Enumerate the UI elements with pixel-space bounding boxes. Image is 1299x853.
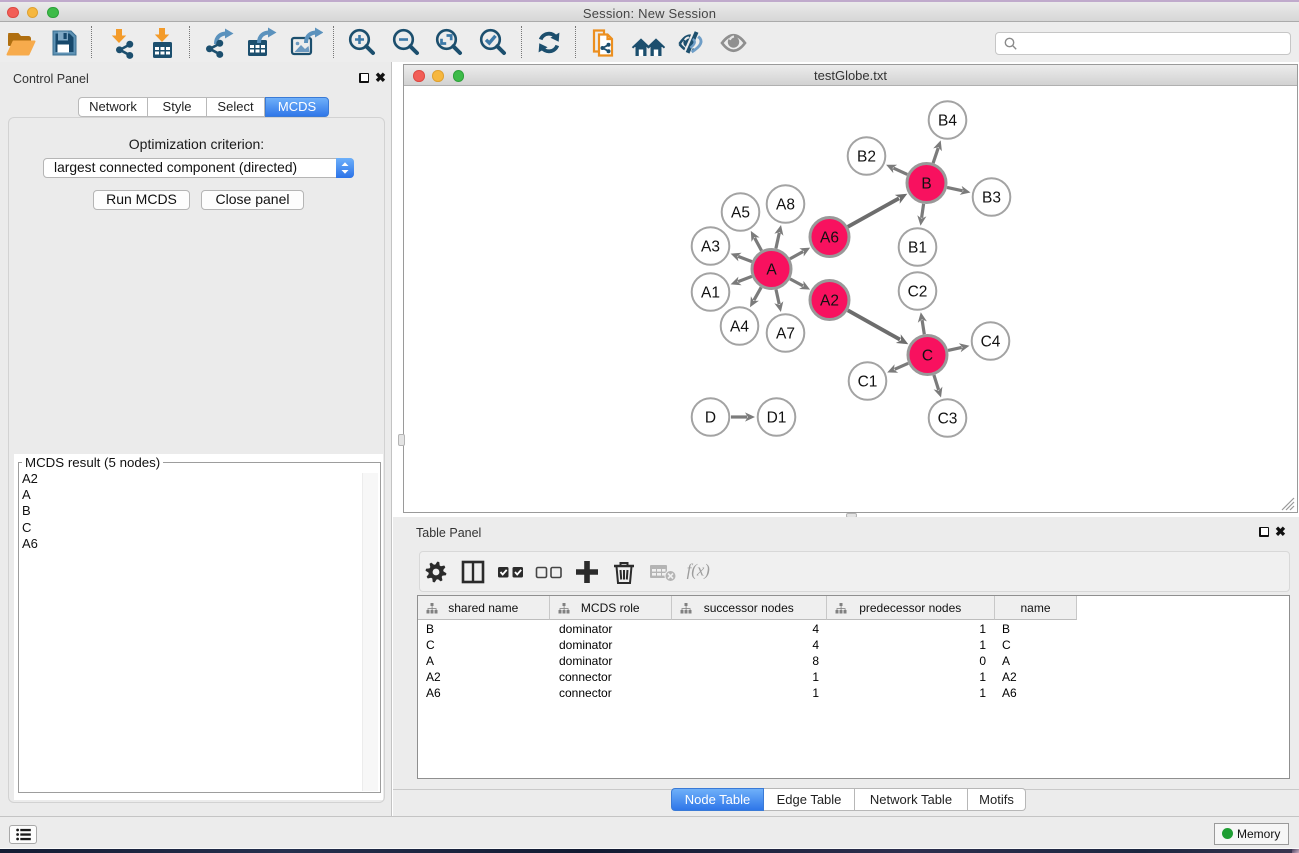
svg-text:C4: C4 bbox=[981, 334, 1001, 351]
svg-text:B: B bbox=[921, 176, 931, 193]
svg-text:C3: C3 bbox=[938, 411, 958, 428]
svg-text:A3: A3 bbox=[701, 239, 720, 256]
svg-text:C: C bbox=[922, 348, 933, 365]
svg-text:C1: C1 bbox=[858, 374, 878, 391]
svg-text:A1: A1 bbox=[701, 285, 720, 302]
svg-text:B1: B1 bbox=[908, 240, 927, 257]
svg-text:A5: A5 bbox=[731, 205, 750, 222]
svg-text:B2: B2 bbox=[857, 149, 876, 166]
svg-text:B4: B4 bbox=[938, 113, 957, 130]
svg-text:A4: A4 bbox=[730, 319, 749, 336]
svg-text:A6: A6 bbox=[820, 230, 839, 247]
svg-text:D1: D1 bbox=[767, 410, 787, 427]
svg-text:B3: B3 bbox=[982, 190, 1001, 207]
svg-text:A7: A7 bbox=[776, 326, 795, 343]
svg-text:A2: A2 bbox=[820, 293, 839, 310]
svg-text:f(x): f(x) bbox=[687, 561, 711, 580]
svg-text:A: A bbox=[766, 262, 777, 279]
svg-text:D: D bbox=[705, 410, 716, 427]
svg-text:A8: A8 bbox=[776, 197, 795, 214]
svg-text:C2: C2 bbox=[908, 284, 928, 301]
